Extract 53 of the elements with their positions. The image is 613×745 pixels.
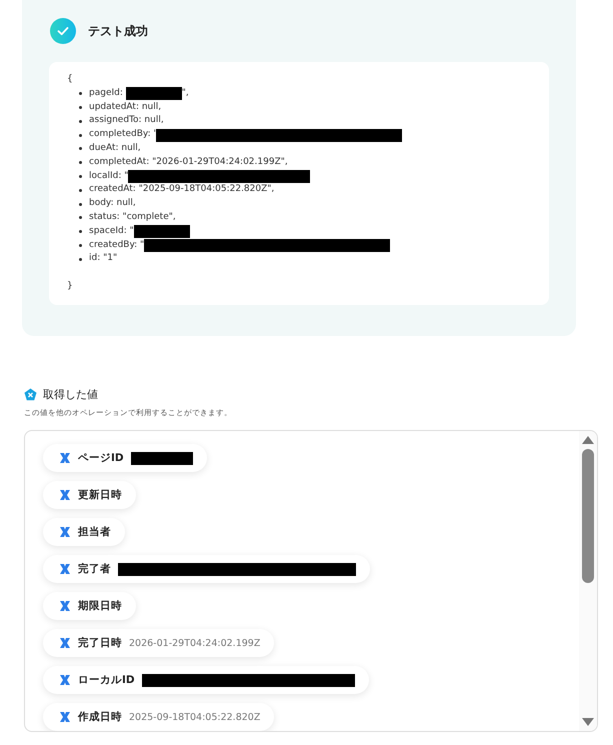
value-chip[interactable]: 担当者 [43,518,125,546]
code-text: completedAt: "2026-01-29T04:24:02.199Z", [89,156,288,169]
crossed-arrows-icon [59,526,71,538]
test-result-title: テスト成功 [88,22,148,40]
code-text: { [67,74,73,84]
value-chip[interactable]: 完了者 [43,555,370,583]
scroll-down-icon[interactable] [582,718,594,726]
bullet-icon [79,92,82,96]
bullet-icon [79,244,82,247]
code-text: ", [182,86,189,100]
code-text: spaceId: " [89,224,134,238]
value-chip[interactable]: 作成日時 2025-09-18T04:05:22.820Z [43,703,274,731]
code-text: updatedAt: null, [89,100,162,114]
crossed-arrows-icon [59,600,71,612]
crossed-arrows-icon [59,637,71,649]
crossed-arrows-icon [59,674,71,686]
check-icon [50,18,76,44]
bullet-icon [79,258,82,261]
crossed-arrows-icon [59,711,71,723]
scrollbar[interactable] [579,431,597,731]
code-text: pageId: [89,86,124,100]
crossed-arrows-icon [59,489,71,501]
crossed-arrows-icon [59,563,71,575]
code-text: } [67,281,73,292]
scroll-thumb[interactable] [582,449,594,583]
bullet-icon [79,202,82,206]
code-text: status: "complete", [89,210,176,224]
bullet-icon [79,147,82,150]
bullet-icon [79,161,82,164]
code-text: body: null, [89,197,136,210]
bullet-icon [79,216,82,220]
bullet-icon [79,134,82,137]
bullet-icon [79,174,82,178]
value-chip[interactable]: 期限日時 [43,592,136,620]
code-text: createdAt: "2025-09-18T04:05:22.820Z", [89,183,274,196]
section-title: 取得した値 [43,386,98,402]
code-text: createdBy: " [89,238,144,252]
bullet-icon [79,188,82,192]
code-text: assignedTo: null, [89,114,164,128]
value-chip[interactable]: ページID [43,444,207,472]
pentagon-x-icon [24,388,37,400]
code-text: id: "1" [89,252,118,266]
code-text: completedBy: ' [89,128,156,142]
value-chip[interactable]: 完了日時 2026-01-29T04:24:02.199Z [43,629,274,657]
code-text: localId: " [89,170,128,183]
value-chip[interactable]: 更新日時 [43,481,136,509]
scroll-up-icon[interactable] [582,436,594,444]
code-text: dueAt: null, [89,142,141,155]
crossed-arrows-icon [59,452,71,464]
value-chip[interactable]: ローカルID [43,666,369,694]
bullet-icon [79,106,82,109]
bullet-icon [79,230,82,234]
bullet-icon [79,120,82,123]
